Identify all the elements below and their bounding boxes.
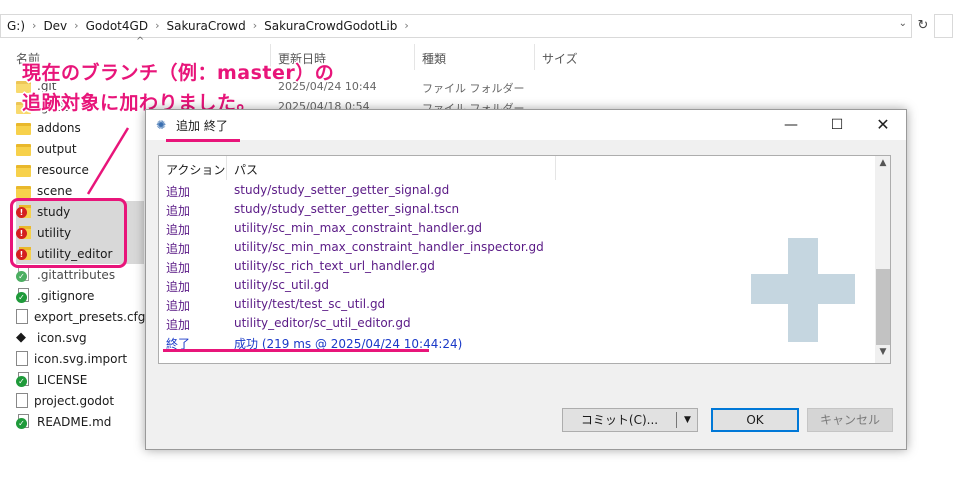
list-item[interactable]: output (16, 138, 128, 159)
table-row[interactable]: 追加 study/study_setter_getter_signal.tscn (159, 200, 875, 219)
versioned-file-icon: ✓ (16, 267, 31, 282)
breadcrumb: G:) › Dev › Godot4GD › SakuraCrowd › Sak… (3, 19, 412, 33)
versioned-file-icon: ✓ (16, 414, 31, 429)
list-header: アクション パス (159, 156, 875, 180)
list-item[interactable]: export_presets.cfg (16, 306, 145, 327)
column-divider[interactable] (226, 156, 227, 180)
file-icon (16, 393, 28, 408)
list-item[interactable]: ✓ LICENSE (16, 369, 128, 390)
list-item[interactable]: project.godot (16, 390, 128, 411)
address-bar[interactable]: G:) › Dev › Godot4GD › SakuraCrowd › Sak… (0, 14, 912, 38)
inkscape-icon: ◆ (16, 330, 26, 345)
result-underline (163, 349, 429, 352)
file-type: ファイル フォルダー (422, 82, 525, 95)
dropdown-arrow-icon[interactable]: ▼ (678, 409, 697, 431)
list-item[interactable]: addons (16, 117, 128, 138)
breadcrumb-godot4gd[interactable]: Godot4GD (82, 19, 152, 33)
table-row[interactable]: 追加 study/study_setter_getter_signal.gd (159, 181, 875, 200)
versioned-file-icon: ✓ (16, 288, 31, 303)
column-divider[interactable] (555, 156, 556, 180)
cancel-button[interactable]: キャンセル (807, 408, 893, 432)
folder-icon (16, 185, 31, 198)
add-plus-icon (751, 238, 855, 342)
maximize-button[interactable]: ☐ (814, 110, 860, 140)
list-item[interactable]: resource (16, 159, 128, 180)
result-list[interactable]: アクション パス 追加 study/study_setter_getter_si… (158, 155, 891, 364)
chevron-right-icon: › (74, 19, 79, 32)
list-item[interactable]: ✓ README.md (16, 411, 128, 432)
title-underline (166, 139, 240, 142)
folder-icon (16, 122, 31, 135)
column-header-type[interactable]: 種類 (422, 50, 446, 67)
chevron-right-icon: › (252, 19, 258, 32)
chevron-right-icon: › (404, 19, 409, 32)
list-item[interactable]: ◆ icon.svg (16, 327, 128, 348)
search-input[interactable] (934, 14, 953, 38)
chevron-right-icon: › (32, 19, 37, 32)
commit-button[interactable]: コミット(C)... (563, 409, 676, 431)
file-icon (16, 351, 28, 366)
refresh-icon[interactable]: ↻ (914, 14, 932, 38)
scroll-down-icon[interactable]: ▼ (875, 347, 890, 361)
tortoisegit-icon: ✺ (156, 118, 167, 132)
ok-button[interactable]: OK (711, 408, 799, 432)
minimize-button[interactable]: — (768, 110, 814, 140)
dialog-title: 追加 終了 (176, 119, 228, 133)
folder-icon (16, 143, 31, 156)
folder-icon (16, 164, 31, 177)
close-button[interactable]: ✕ (860, 110, 906, 140)
chevron-down-icon[interactable]: ⌄ (899, 18, 907, 29)
column-divider[interactable] (534, 44, 535, 70)
scrollbar-thumb[interactable] (876, 269, 890, 345)
highlight-box (10, 198, 127, 268)
column-header-action[interactable]: アクション (166, 161, 225, 178)
list-item[interactable]: ✓ .gitignore (16, 285, 128, 306)
versioned-file-icon: ✓ (16, 372, 31, 387)
chevron-right-icon: › (155, 19, 160, 32)
title-bar[interactable]: ✺ 追加 終了 — ☐ ✕ (146, 110, 906, 142)
annotation-line-1: 現在のブランチ（例：master）の (22, 62, 335, 84)
vertical-scrollbar[interactable]: ▲ ▼ (875, 156, 890, 363)
split-divider (676, 412, 677, 428)
add-finished-dialog: ✺ 追加 終了 — ☐ ✕ アクション パス 追加 study/study_se… (145, 109, 907, 450)
sort-chevron-icon: ^ (136, 36, 145, 47)
scroll-up-icon[interactable]: ▲ (875, 158, 890, 172)
breadcrumb-drive[interactable]: G:) (3, 19, 29, 33)
commit-split-button[interactable]: コミット(C)... ▼ (562, 408, 698, 432)
breadcrumb-sakuracrowd[interactable]: SakuraCrowd (162, 19, 249, 33)
column-header-size[interactable]: サイズ (542, 50, 578, 67)
file-icon (16, 309, 28, 324)
list-item[interactable]: icon.svg.import (16, 348, 128, 369)
column-header-path[interactable]: パス (234, 161, 258, 178)
breadcrumb-lib[interactable]: SakuraCrowdGodotLib (260, 19, 401, 33)
column-divider[interactable] (414, 44, 415, 70)
breadcrumb-dev[interactable]: Dev (39, 19, 71, 33)
